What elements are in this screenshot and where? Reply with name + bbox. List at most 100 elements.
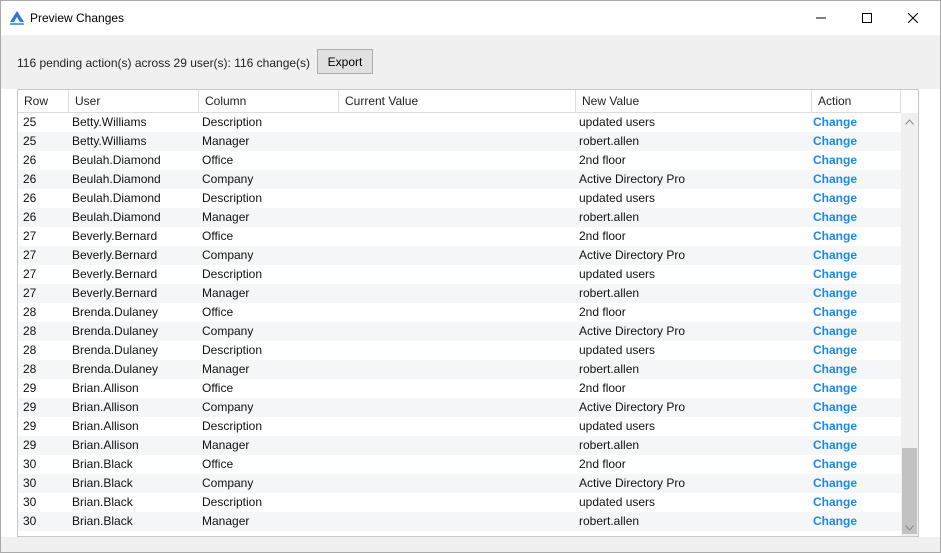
change-action-link[interactable]: Change xyxy=(813,379,857,398)
table-row[interactable]: 28 Brenda.Dulaney Company Active Directory … xyxy=(18,322,901,341)
table-row[interactable]: 26 Beulah.Diamond Office 2nd floor Change xyxy=(18,151,901,170)
user-cell: Beverly.Bernard xyxy=(72,229,158,243)
change-action-link[interactable]: Change xyxy=(813,265,857,284)
table-row[interactable]: 30 Brian.Black Company Active Directory Pro… xyxy=(18,474,901,493)
close-icon xyxy=(908,13,918,23)
change-action-link[interactable]: Change xyxy=(813,113,857,132)
change-action-link[interactable]: Change xyxy=(813,417,857,436)
table-row[interactable]: 29 Brian.Allison Description updated users C… xyxy=(18,417,901,436)
table-row[interactable]: 30 Brian.Black Office 2nd floor Change xyxy=(18,455,901,474)
table-row[interactable]: 30 Brian.Black Manager robert.allen Change xyxy=(18,512,901,531)
change-action-link[interactable]: Change xyxy=(813,303,857,322)
row-number-cell: 29 xyxy=(23,381,37,395)
change-action-link[interactable]: Change xyxy=(813,436,857,455)
toolbar: 116 pending action(s) across 29 user(s):… xyxy=(1,35,940,89)
change-action-link[interactable]: Change xyxy=(813,189,857,208)
row-number-cell: 27 xyxy=(23,286,37,300)
column-cell: Description xyxy=(202,115,263,129)
export-button[interactable]: Export xyxy=(317,49,373,74)
change-action-link[interactable]: Change xyxy=(813,227,857,246)
user-cell: Brian.Allison xyxy=(72,400,139,414)
window-title: Preview Changes xyxy=(30,11,125,25)
change-action-link[interactable]: Change xyxy=(813,455,857,474)
table-row[interactable]: 29 Brian.Allison Manager robert.allen Change xyxy=(18,436,901,455)
row-number-cell: 26 xyxy=(23,172,37,186)
table-row[interactable]: 28 Brenda.Dulaney Office 2nd floor Change xyxy=(18,303,901,322)
changes-table[interactable]: Row User Column Current Value New Value … xyxy=(17,89,919,537)
table-row[interactable]: 27 Beverly.Bernard Description updated user… xyxy=(18,265,901,284)
table-body: 25 Betty.Williams Description updated users… xyxy=(18,113,901,531)
user-cell: Brian.Black xyxy=(72,457,133,471)
user-cell: Beverly.Bernard xyxy=(72,286,158,300)
chevron-down-icon xyxy=(905,524,914,531)
table-row[interactable]: 26 Beulah.Diamond Manager robert.allen Chang… xyxy=(18,208,901,227)
column-header-action[interactable]: Action xyxy=(812,90,901,113)
change-action-link[interactable]: Change xyxy=(813,208,857,227)
table-row[interactable]: 28 Brenda.Dulaney Description updated users… xyxy=(18,341,901,360)
table-row[interactable]: 27 Beverly.Bernard Company Active Directory… xyxy=(18,246,901,265)
table-row[interactable]: 27 Beverly.Bernard Office 2nd floor Change xyxy=(18,227,901,246)
user-cell: Brian.Allison xyxy=(72,419,139,433)
scroll-up-button[interactable] xyxy=(901,113,918,130)
user-cell: Beverly.Bernard xyxy=(72,267,158,281)
new-value-cell: Active Directory Pro xyxy=(579,324,686,338)
new-value-cell: 2nd floor xyxy=(579,305,626,319)
change-action-link[interactable]: Change xyxy=(813,512,857,531)
row-number-cell: 29 xyxy=(23,419,37,433)
column-cell: Company xyxy=(202,248,254,262)
change-action-link[interactable]: Change xyxy=(813,246,857,265)
column-header-current-value[interactable]: Current Value xyxy=(339,90,576,113)
minimize-button[interactable] xyxy=(798,1,844,35)
row-number-cell: 30 xyxy=(23,495,37,509)
minimize-icon xyxy=(816,17,826,19)
new-value-cell: 2nd floor xyxy=(579,153,626,167)
column-header-new-value[interactable]: New Value xyxy=(576,90,812,113)
table-row[interactable]: 25 Betty.Williams Description updated users… xyxy=(18,113,901,132)
column-header-row[interactable]: Row xyxy=(18,90,69,113)
user-cell: Brian.Black xyxy=(72,476,133,490)
change-action-link[interactable]: Change xyxy=(813,493,857,512)
row-number-cell: 30 xyxy=(23,476,37,490)
row-number-cell: 30 xyxy=(23,514,37,528)
table-row[interactable]: 26 Beulah.Diamond Description updated users… xyxy=(18,189,901,208)
table-row[interactable]: 29 Brian.Allison Company Active Directory P… xyxy=(18,398,901,417)
user-cell: Brian.Black xyxy=(72,495,133,509)
column-header-column[interactable]: Column xyxy=(199,90,339,113)
row-number-cell: 29 xyxy=(23,438,37,452)
table-row[interactable]: 30 Brian.Black Description updated users Cha… xyxy=(18,493,901,512)
table-row[interactable]: 26 Beulah.Diamond Company Active Directory … xyxy=(18,170,901,189)
row-number-cell: 30 xyxy=(23,457,37,471)
change-action-link[interactable]: Change xyxy=(813,284,857,303)
column-cell: Company xyxy=(202,400,254,414)
new-value-cell: robert.allen xyxy=(579,210,640,224)
title-bar[interactable]: Preview Changes xyxy=(1,1,940,35)
table-row[interactable]: 25 Betty.Williams Manager robert.allen Chang… xyxy=(18,132,901,151)
column-cell: Manager xyxy=(202,286,250,300)
close-button[interactable] xyxy=(890,1,936,35)
table-row[interactable]: 28 Brenda.Dulaney Manager robert.allen Chang… xyxy=(18,360,901,379)
user-cell: Beulah.Diamond xyxy=(72,191,161,205)
change-action-link[interactable]: Change xyxy=(813,322,857,341)
column-cell: Description xyxy=(202,495,263,509)
column-cell: Office xyxy=(202,305,234,319)
row-number-cell: 28 xyxy=(23,362,37,376)
column-cell: Office xyxy=(202,153,234,167)
change-action-link[interactable]: Change xyxy=(813,151,857,170)
change-action-link[interactable]: Change xyxy=(813,341,857,360)
column-cell: Company xyxy=(202,476,254,490)
table-row[interactable]: 27 Beverly.Bernard Manager robert.allen Chan… xyxy=(18,284,901,303)
change-action-link[interactable]: Change xyxy=(813,132,857,151)
change-action-link[interactable]: Change xyxy=(813,360,857,379)
new-value-cell: Active Directory Pro xyxy=(579,400,686,414)
table-row[interactable]: 29 Brian.Allison Office 2nd floor Change xyxy=(18,379,901,398)
maximize-button[interactable] xyxy=(844,1,890,35)
vertical-scrollbar[interactable] xyxy=(901,113,918,536)
change-action-link[interactable]: Change xyxy=(813,170,857,189)
change-action-link[interactable]: Change xyxy=(813,398,857,417)
column-cell: Manager xyxy=(202,438,250,452)
row-number-cell: 28 xyxy=(23,324,37,338)
change-action-link[interactable]: Change xyxy=(813,474,857,493)
row-number-cell: 27 xyxy=(23,267,37,281)
column-header-user[interactable]: User xyxy=(69,90,199,113)
scroll-down-button[interactable] xyxy=(901,519,918,536)
